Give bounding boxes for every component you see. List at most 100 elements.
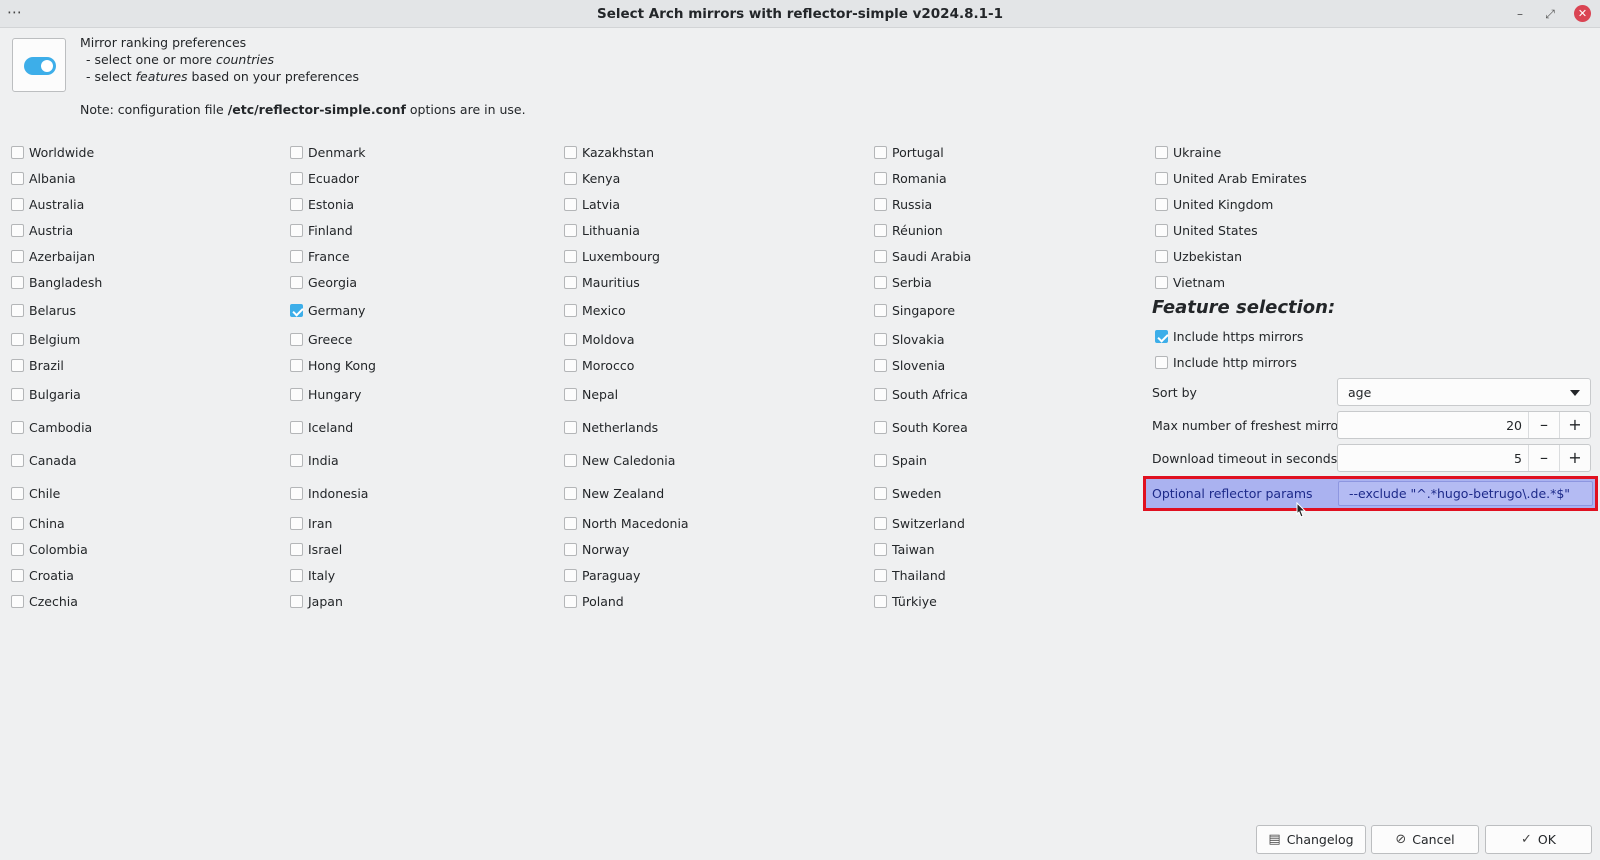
checkbox-box[interactable] xyxy=(1155,276,1168,289)
country-checkbox-georgia[interactable]: Georgia xyxy=(290,275,357,290)
country-checkbox-uzbekistan[interactable]: Uzbekistan xyxy=(1155,249,1242,264)
country-checkbox-russia[interactable]: Russia xyxy=(874,197,932,212)
country-checkbox-austria[interactable]: Austria xyxy=(11,223,73,238)
country-checkbox-paraguay[interactable]: Paraguay xyxy=(564,568,640,583)
country-checkbox-taiwan[interactable]: Taiwan xyxy=(874,542,935,557)
checkbox-box[interactable] xyxy=(1155,172,1168,185)
checkbox-box[interactable] xyxy=(290,304,303,317)
country-checkbox-iran[interactable]: Iran xyxy=(290,516,332,531)
https-checkbox[interactable]: Include https mirrors xyxy=(1155,329,1303,344)
checkbox-box[interactable] xyxy=(11,569,24,582)
checkbox-box[interactable] xyxy=(564,595,577,608)
checkbox-box[interactable] xyxy=(564,388,577,401)
country-checkbox-bulgaria[interactable]: Bulgaria xyxy=(11,387,81,402)
ok-button[interactable]: ✓ OK xyxy=(1485,825,1592,854)
optional-params-input[interactable]: --exclude "^.*hugo-betrugo\.de.*$" xyxy=(1338,481,1593,506)
country-checkbox-singapore[interactable]: Singapore xyxy=(874,303,955,318)
checkbox-box[interactable] xyxy=(564,454,577,467)
checkbox-box[interactable] xyxy=(564,276,577,289)
checkbox-box[interactable] xyxy=(11,250,24,263)
checkbox-box[interactable] xyxy=(290,198,303,211)
checkbox-box[interactable] xyxy=(290,359,303,372)
checkbox-box[interactable] xyxy=(874,359,887,372)
country-checkbox-bangladesh[interactable]: Bangladesh xyxy=(11,275,102,290)
checkbox-box[interactable] xyxy=(1155,356,1168,369)
country-checkbox-luxembourg[interactable]: Luxembourg xyxy=(564,249,660,264)
country-checkbox-germany[interactable]: Germany xyxy=(290,303,365,318)
country-checkbox-hungary[interactable]: Hungary xyxy=(290,387,361,402)
checkbox-box[interactable] xyxy=(874,517,887,530)
country-checkbox-france[interactable]: France xyxy=(290,249,350,264)
checkbox-box[interactable] xyxy=(564,250,577,263)
checkbox-box[interactable] xyxy=(874,595,887,608)
max-mirrors-spinbox[interactable]: 20 – + xyxy=(1337,411,1591,439)
country-checkbox-spain[interactable]: Spain xyxy=(874,453,927,468)
sort-by-select[interactable]: age xyxy=(1337,378,1591,406)
country-checkbox-india[interactable]: India xyxy=(290,453,339,468)
checkbox-box[interactable] xyxy=(11,172,24,185)
country-checkbox-netherlands[interactable]: Netherlands xyxy=(564,420,658,435)
checkbox-box[interactable] xyxy=(564,359,577,372)
country-checkbox-turkiye[interactable]: Türkiye xyxy=(874,594,937,609)
country-checkbox-new-zealand[interactable]: New Zealand xyxy=(564,486,664,501)
checkbox-box[interactable] xyxy=(564,487,577,500)
country-checkbox-belarus[interactable]: Belarus xyxy=(11,303,76,318)
checkbox-box[interactable] xyxy=(564,172,577,185)
country-checkbox-finland[interactable]: Finland xyxy=(290,223,353,238)
timeout-spinbox[interactable]: 5 – + xyxy=(1337,444,1591,472)
checkbox-box[interactable] xyxy=(874,198,887,211)
country-checkbox-poland[interactable]: Poland xyxy=(564,594,624,609)
country-checkbox-romania[interactable]: Romania xyxy=(874,171,947,186)
country-checkbox-moldova[interactable]: Moldova xyxy=(564,332,635,347)
checkbox-box[interactable] xyxy=(564,224,577,237)
checkbox-box[interactable] xyxy=(564,198,577,211)
country-checkbox-ukraine[interactable]: Ukraine xyxy=(1155,145,1221,160)
country-checkbox-mauritius[interactable]: Mauritius xyxy=(564,275,640,290)
country-checkbox-south-korea[interactable]: South Korea xyxy=(874,420,968,435)
checkbox-box[interactable] xyxy=(290,250,303,263)
country-checkbox-mexico[interactable]: Mexico xyxy=(564,303,626,318)
checkbox-box[interactable] xyxy=(11,543,24,556)
country-checkbox-saudi-arabia[interactable]: Saudi Arabia xyxy=(874,249,971,264)
country-checkbox-slovakia[interactable]: Slovakia xyxy=(874,332,944,347)
checkbox-box[interactable] xyxy=(1155,330,1168,343)
close-icon[interactable]: ✕ xyxy=(1574,5,1591,22)
country-checkbox-sweden[interactable]: Sweden xyxy=(874,486,941,501)
country-checkbox-italy[interactable]: Italy xyxy=(290,568,335,583)
checkbox-box[interactable] xyxy=(290,333,303,346)
checkbox-box[interactable] xyxy=(874,421,887,434)
checkbox-box[interactable] xyxy=(874,333,887,346)
checkbox-box[interactable] xyxy=(564,304,577,317)
minimize-icon[interactable]: – xyxy=(1511,5,1529,23)
country-checkbox-switzerland[interactable]: Switzerland xyxy=(874,516,965,531)
country-checkbox-greece[interactable]: Greece xyxy=(290,332,353,347)
checkbox-box[interactable] xyxy=(290,224,303,237)
country-checkbox-australia[interactable]: Australia xyxy=(11,197,84,212)
checkbox-box[interactable] xyxy=(874,304,887,317)
checkbox-box[interactable] xyxy=(1155,250,1168,263)
increment-icon[interactable]: + xyxy=(1559,412,1590,438)
country-checkbox-colombia[interactable]: Colombia xyxy=(11,542,88,557)
country-checkbox-belgium[interactable]: Belgium xyxy=(11,332,80,347)
country-checkbox-indonesia[interactable]: Indonesia xyxy=(290,486,368,501)
checkbox-box[interactable] xyxy=(11,454,24,467)
checkbox-box[interactable] xyxy=(290,421,303,434)
country-checkbox-azerbaijan[interactable]: Azerbaijan xyxy=(11,249,95,264)
checkbox-box[interactable] xyxy=(874,454,887,467)
checkbox-box[interactable] xyxy=(11,198,24,211)
checkbox-box[interactable] xyxy=(874,224,887,237)
country-checkbox-latvia[interactable]: Latvia xyxy=(564,197,620,212)
checkbox-box[interactable] xyxy=(290,487,303,500)
country-checkbox-hong-kong[interactable]: Hong Kong xyxy=(290,358,376,373)
checkbox-box[interactable] xyxy=(11,487,24,500)
checkbox-box[interactable] xyxy=(290,388,303,401)
checkbox-box[interactable] xyxy=(564,146,577,159)
maximize-icon[interactable]: ⤢ xyxy=(1541,5,1559,23)
country-checkbox-kazakhstan[interactable]: Kazakhstan xyxy=(564,145,654,160)
checkbox-box[interactable] xyxy=(874,172,887,185)
country-checkbox-kenya[interactable]: Kenya xyxy=(564,171,620,186)
country-checkbox-morocco[interactable]: Morocco xyxy=(564,358,634,373)
country-checkbox-albania[interactable]: Albania xyxy=(11,171,76,186)
country-checkbox-united-states[interactable]: United States xyxy=(1155,223,1258,238)
increment-icon[interactable]: + xyxy=(1559,445,1590,471)
